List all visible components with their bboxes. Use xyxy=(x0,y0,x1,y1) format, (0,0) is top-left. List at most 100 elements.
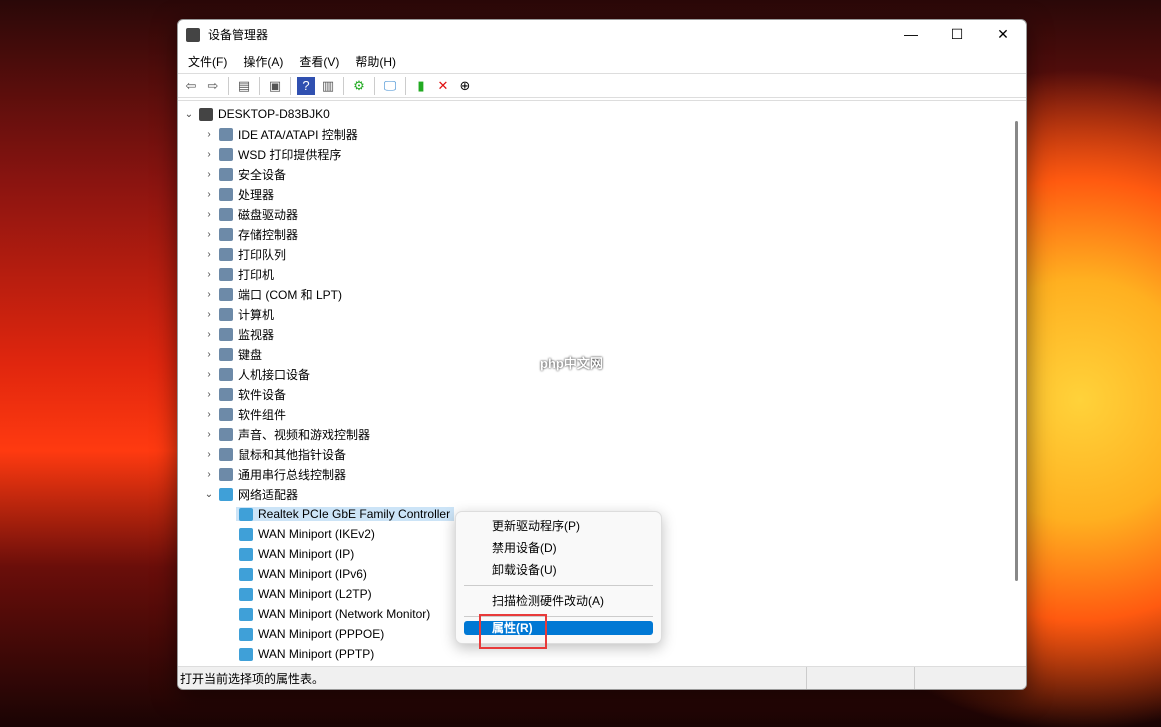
chevron-right-icon[interactable]: › xyxy=(202,129,216,140)
category-label: 磁盘驱动器 xyxy=(238,206,298,223)
chevron-right-icon[interactable]: › xyxy=(202,149,216,160)
category-label: 安全设备 xyxy=(238,166,286,183)
tree-category[interactable]: ›端口 (COM 和 LPT) xyxy=(178,284,1026,304)
action-pane-icon[interactable]: ▥ xyxy=(319,77,337,95)
title-bar: 设备管理器 — ☐ ✕ xyxy=(178,20,1026,49)
tree-category[interactable]: › 声音、视频和游戏控制器 xyxy=(178,424,1026,444)
tree-category[interactable]: › 安全设备 xyxy=(178,164,1026,184)
category-label: 键盘 xyxy=(238,346,262,363)
help-icon[interactable]: ? xyxy=(297,77,315,95)
category-label: 打印队列 xyxy=(238,246,286,263)
update-driver-icon[interactable]: ⚙ xyxy=(350,77,368,95)
tree-category[interactable]: › IDE ATA/ATAPI 控制器 xyxy=(178,124,1026,144)
menu-scan-hardware[interactable]: 扫描检测硬件改动(A) xyxy=(456,590,661,612)
scan-hardware-icon[interactable]: 🖵 xyxy=(381,77,399,95)
category-icon xyxy=(219,428,233,441)
category-label: 存储控制器 xyxy=(238,226,298,243)
root-label: DESKTOP-D83BJK0 xyxy=(218,107,330,121)
menu-file[interactable]: 文件(F) xyxy=(180,53,235,70)
category-icon xyxy=(219,328,233,341)
chevron-right-icon[interactable]: › xyxy=(202,289,216,300)
watermark-logo: php中文网 xyxy=(540,353,603,372)
back-icon[interactable]: ⇦ xyxy=(182,77,200,95)
close-button[interactable]: ✕ xyxy=(980,26,1026,43)
status-bar: 打开当前选择项的属性表。 xyxy=(178,666,1026,689)
chevron-right-icon[interactable]: › xyxy=(202,269,216,280)
category-icon xyxy=(219,128,233,141)
chevron-right-icon[interactable]: › xyxy=(202,449,216,460)
menu-action[interactable]: 操作(A) xyxy=(235,53,291,70)
chevron-right-icon[interactable]: › xyxy=(202,329,216,340)
category-label: 软件组件 xyxy=(238,406,286,423)
tree-device[interactable]: WAN Miniport (PPTP) xyxy=(178,644,1026,664)
chevron-right-icon[interactable]: › xyxy=(202,349,216,360)
menu-view[interactable]: 查看(V) xyxy=(291,53,347,70)
tree-category[interactable]: › 处理器 xyxy=(178,184,1026,204)
menu-help[interactable]: 帮助(H) xyxy=(347,53,404,70)
category-label: 鼠标和其他指针设备 xyxy=(238,446,346,463)
category-icon xyxy=(219,468,233,481)
chevron-right-icon[interactable]: › xyxy=(202,229,216,240)
uninstall-icon[interactable]: ✕ xyxy=(434,77,452,95)
category-label: 声音、视频和游戏控制器 xyxy=(238,426,370,443)
category-icon xyxy=(219,448,233,461)
tree-category[interactable]: ›计算机 xyxy=(178,304,1026,324)
tree-category[interactable]: › 存储控制器 xyxy=(178,224,1026,244)
chevron-right-icon[interactable]: › xyxy=(202,209,216,220)
tree-category[interactable]: › 监视器 xyxy=(178,324,1026,344)
category-icon xyxy=(219,388,233,401)
chevron-right-icon[interactable]: › xyxy=(202,249,216,260)
category-label: 监视器 xyxy=(238,326,274,343)
chevron-right-icon[interactable]: › xyxy=(202,169,216,180)
category-label: WSD 打印提供程序 xyxy=(238,146,341,163)
category-label: IDE ATA/ATAPI 控制器 xyxy=(238,126,358,143)
disable-device-icon[interactable]: ⊕ xyxy=(456,77,474,95)
tree-category[interactable]: ›打印机 xyxy=(178,264,1026,284)
chevron-right-icon[interactable]: › xyxy=(202,369,216,380)
window-title: 设备管理器 xyxy=(208,26,268,43)
chevron-right-icon[interactable]: › xyxy=(202,409,216,420)
tree-category[interactable]: ›软件设备 xyxy=(178,384,1026,404)
tree-category[interactable]: › 通用串行总线控制器 xyxy=(178,464,1026,484)
network-adapter-icon xyxy=(239,588,253,601)
status-text: 打开当前选择项的属性表。 xyxy=(180,670,324,687)
category-icon xyxy=(219,148,233,161)
category-icon xyxy=(219,188,233,201)
vertical-scrollbar[interactable] xyxy=(1015,121,1018,581)
tree-category[interactable]: › 鼠标和其他指针设备 xyxy=(178,444,1026,464)
tree-category[interactable]: › 打印队列 xyxy=(178,244,1026,264)
menu-update-driver[interactable]: 更新驱动程序(P) xyxy=(456,515,661,537)
menu-uninstall-device[interactable]: 卸载设备(U) xyxy=(456,559,661,581)
category-label: 通用串行总线控制器 xyxy=(238,466,346,483)
tree-category[interactable]: › 软件组件 xyxy=(178,404,1026,424)
tree-category[interactable]: ⌄ 网络适配器 xyxy=(178,484,1026,504)
show-hide-tree-icon[interactable]: ▤ xyxy=(235,77,253,95)
chevron-right-icon[interactable]: › xyxy=(202,389,216,400)
chevron-right-icon[interactable]: › xyxy=(202,189,216,200)
category-label: 处理器 xyxy=(238,186,274,203)
device-label: WAN Miniport (IPv6) xyxy=(258,567,367,581)
category-icon xyxy=(219,368,233,381)
properties-icon[interactable]: ▣ xyxy=(266,77,284,95)
minimize-button[interactable]: — xyxy=(888,26,934,43)
chevron-down-icon[interactable]: ⌄ xyxy=(202,489,216,500)
tree-category[interactable]: › WSD 打印提供程序 xyxy=(178,144,1026,164)
tree-root[interactable]: ⌄ DESKTOP-D83BJK0 xyxy=(178,104,1026,124)
tree-category[interactable]: › 磁盘驱动器 xyxy=(178,204,1026,224)
category-label: 网络适配器 xyxy=(238,486,298,503)
forward-icon[interactable]: ⇨ xyxy=(204,77,222,95)
device-label: WAN Miniport (IP) xyxy=(258,547,354,561)
chevron-down-icon[interactable]: ⌄ xyxy=(182,109,196,120)
category-label: 人机接口设备 xyxy=(238,366,310,383)
computer-icon xyxy=(199,108,213,121)
category-icon xyxy=(219,168,233,181)
chevron-right-icon[interactable]: › xyxy=(202,429,216,440)
chevron-right-icon[interactable]: › xyxy=(202,469,216,480)
maximize-button[interactable]: ☐ xyxy=(934,26,980,43)
menu-disable-device[interactable]: 禁用设备(D) xyxy=(456,537,661,559)
category-icon xyxy=(219,408,233,421)
network-adapter-icon xyxy=(239,648,253,661)
enable-device-icon[interactable]: ▮ xyxy=(412,77,430,95)
chevron-right-icon[interactable]: › xyxy=(202,309,216,320)
network-adapter-icon xyxy=(239,608,253,621)
